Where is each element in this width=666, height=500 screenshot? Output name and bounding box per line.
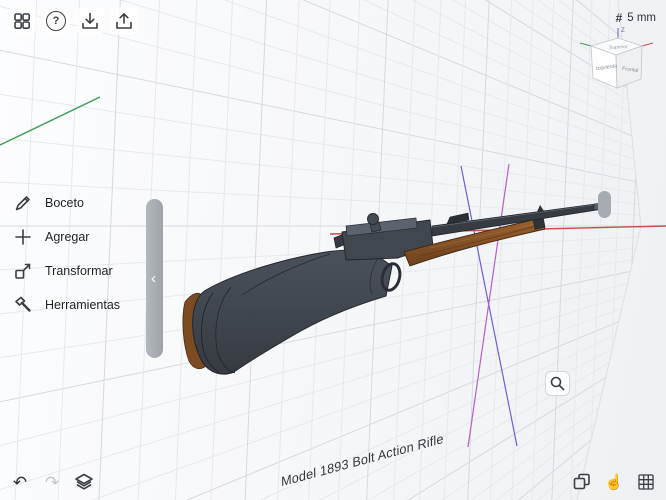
view-cube[interactable]: Z Superior Izquierda Frontal [576,22,662,108]
redo-icon: ↷ [44,472,60,492]
cube-z-label: Z [621,28,625,34]
magnifier-icon [550,376,565,391]
redo-button[interactable]: ↷ [38,468,66,496]
bolt-cylinder [345,217,418,237]
layers-icon [75,473,93,490]
butt-contour-1 [201,292,220,373]
import-icon [82,12,98,29]
sidebar-item-agregar[interactable]: Agregar [12,222,89,252]
axis-purple [467,163,510,448]
sidebar-item-transformar[interactable]: Transformar [12,256,113,286]
barrel-highlight [431,203,601,228]
sidebar-item-boceto[interactable]: Boceto [12,188,84,218]
sidebar-item-label: Boceto [45,196,84,210]
receiver [341,219,434,261]
axis-x-red [329,225,666,235]
apps-grid-icon [14,13,30,29]
bolt-handle-knob [367,213,379,225]
bodies-button[interactable] [568,468,596,496]
comb-crease [241,253,331,296]
sidebar-item-label: Transformar [45,264,113,278]
help-icon: ? [46,11,66,31]
chevron-left-icon: ‹ [151,270,156,287]
plus-icon [15,229,31,245]
touch-hand-icon: ☝ [604,473,624,491]
right-panel-handle[interactable] [598,191,611,218]
pencil-icon [15,196,30,211]
cube-top-label: Superior [609,44,629,51]
nose-cap [532,216,546,230]
rear-sight [446,212,470,225]
bolt-handle-stem [369,221,382,233]
trigger-guard [380,262,402,292]
export-icon [116,13,132,29]
model-layer [182,202,604,375]
barrel [431,202,604,237]
left-panel-handle[interactable]: ‹ [146,199,163,358]
apps-button[interactable] [8,7,36,35]
front-sight [537,205,544,212]
sidebar-item-label: Agregar [45,230,90,244]
forearm-wood [403,217,546,267]
import-button[interactable] [76,7,104,35]
cube-y-axis [579,42,592,47]
butt-wood [182,292,209,370]
grid-icon [638,474,654,490]
export-button[interactable] [110,7,138,35]
undo-button[interactable]: ↶ [6,468,34,496]
viewport[interactable]: Model 1893 Bolt Action Rifle ? # 5 mm Z [0,0,666,500]
undo-icon: ↶ [12,472,28,492]
stacked-squares-icon [573,473,590,490]
help-button[interactable]: ? [42,7,70,35]
zoom-fit-button[interactable] [545,371,570,396]
rifle-model[interactable] [182,202,604,375]
cube-x-axis [641,42,654,47]
grid-toggle-button[interactable] [632,468,660,496]
snap-button[interactable]: ☝ [600,468,628,496]
layers-button[interactable] [70,468,98,496]
tools-icon [15,296,31,312]
wood-grain-1 [419,225,537,257]
model-caption[interactable]: Model 1893 Bolt Action Rifle [281,430,444,489]
grip-crease [369,257,379,295]
axis-green [0,96,101,146]
transform-icon [15,263,31,279]
grid-lines [0,0,641,500]
grid-plane [0,0,666,500]
sidebar-item-herramientas[interactable]: Herramientas [12,290,120,320]
sidebar-item-label: Herramientas [45,298,121,312]
axis-blue [460,165,518,447]
buttstock [192,249,393,375]
cocking-piece [333,233,347,249]
wood-grain-2 [415,229,541,261]
wood-grain-3 [429,222,539,249]
butt-contour-2 [215,286,236,374]
